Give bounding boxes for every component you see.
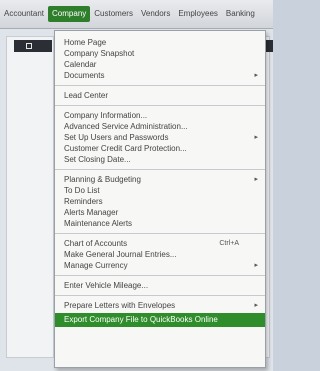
menu-item-reminders[interactable]: Reminders [55, 196, 265, 207]
submenu-arrow-icon: ▸ [254, 176, 258, 183]
company-dropdown-menu: Home Page Company Snapshot Calendar Docu… [54, 30, 266, 368]
menu-item-label: Customer Credit Card Protection... [64, 144, 187, 153]
menu-item-label: Reminders [64, 197, 103, 206]
menu-item-shortcut: Ctrl+A [219, 240, 239, 247]
menu-item-to-do-list[interactable]: To Do List [55, 185, 265, 196]
menu-item-label: To Do List [64, 186, 100, 195]
menu-item-label: Advanced Service Administration... [64, 122, 188, 131]
menu-item-documents[interactable]: Documents ▸ [55, 70, 265, 81]
menu-item-export-company-file-to-qbo[interactable]: Export Company File to QuickBooks Online [55, 313, 265, 327]
menu-vendors[interactable]: Vendors [137, 6, 174, 22]
submenu-arrow-icon: ▸ [254, 302, 258, 309]
menu-item-manage-currency[interactable]: Manage Currency ▸ [55, 260, 265, 271]
menu-item-advanced-service-administration[interactable]: Advanced Service Administration... [55, 121, 265, 132]
menu-item-label: Calendar [64, 60, 97, 69]
menu-item-home-page[interactable]: Home Page [55, 37, 265, 48]
submenu-arrow-icon: ▸ [254, 72, 258, 79]
menu-item-label: Planning & Budgeting [64, 175, 141, 184]
menu-separator [55, 85, 265, 86]
menu-item-label: Alerts Manager [64, 208, 119, 217]
menu-item-customer-credit-card-protection[interactable]: Customer Credit Card Protection... [55, 143, 265, 154]
menu-item-label: Maintenance Alerts [64, 219, 133, 228]
menu-item-label: Company Snapshot [64, 49, 135, 58]
menu-item-label: Company Information... [64, 111, 148, 120]
menu-item-lead-center[interactable]: Lead Center [55, 90, 265, 101]
submenu-arrow-icon: ▸ [254, 134, 258, 141]
menu-accountant[interactable]: Accountant [0, 6, 48, 22]
menu-separator [55, 169, 265, 170]
menu-item-set-closing-date[interactable]: Set Closing Date... [55, 154, 265, 165]
menu-item-label: Chart of Accounts [64, 239, 128, 248]
menu-employees[interactable]: Employees [174, 6, 222, 22]
menu-item-make-general-journal-entries[interactable]: Make General Journal Entries... [55, 249, 265, 260]
panel-header [14, 40, 52, 52]
menu-item-calendar[interactable]: Calendar [55, 59, 265, 70]
menu-item-chart-of-accounts[interactable]: Chart of Accounts Ctrl+A [55, 238, 265, 249]
grip-icon [26, 43, 32, 49]
menu-separator [55, 295, 265, 296]
menu-item-label: Manage Currency [64, 261, 128, 270]
menu-separator [55, 233, 265, 234]
menu-item-company-information[interactable]: Company Information... [55, 110, 265, 121]
submenu-arrow-icon: ▸ [254, 262, 258, 269]
menu-item-planning-budgeting[interactable]: Planning & Budgeting ▸ [55, 174, 265, 185]
menu-item-label: Enter Vehicle Mileage... [64, 281, 149, 290]
menu-item-enter-vehicle-mileage[interactable]: Enter Vehicle Mileage... [55, 280, 265, 291]
menu-company[interactable]: Company [48, 6, 91, 22]
menu-customers[interactable]: Customers [90, 6, 137, 22]
menu-bar: Accountant Company Customers Vendors Emp… [0, 0, 273, 29]
menu-item-label: Prepare Letters with Envelopes [64, 301, 176, 310]
menu-item-prepare-letters[interactable]: Prepare Letters with Envelopes ▸ [55, 300, 265, 311]
menu-item-label: Make General Journal Entries... [64, 250, 177, 259]
menu-separator [55, 275, 265, 276]
menu-banking[interactable]: Banking [222, 6, 259, 22]
menu-item-label: Documents [64, 71, 105, 80]
menu-item-set-up-users[interactable]: Set Up Users and Passwords ▸ [55, 132, 265, 143]
menu-item-label: Home Page [64, 38, 107, 47]
menu-item-label: Lead Center [64, 91, 109, 100]
menu-item-alerts-manager[interactable]: Alerts Manager [55, 207, 265, 218]
menu-item-label: Export Company File to QuickBooks Online [64, 315, 218, 324]
menu-item-maintenance-alerts[interactable]: Maintenance Alerts [55, 218, 265, 229]
menu-item-label: Set Closing Date... [64, 155, 131, 164]
left-panel [6, 36, 54, 358]
menu-separator [55, 105, 265, 106]
menu-item-company-snapshot[interactable]: Company Snapshot [55, 48, 265, 59]
menu-item-label: Set Up Users and Passwords [64, 133, 169, 142]
